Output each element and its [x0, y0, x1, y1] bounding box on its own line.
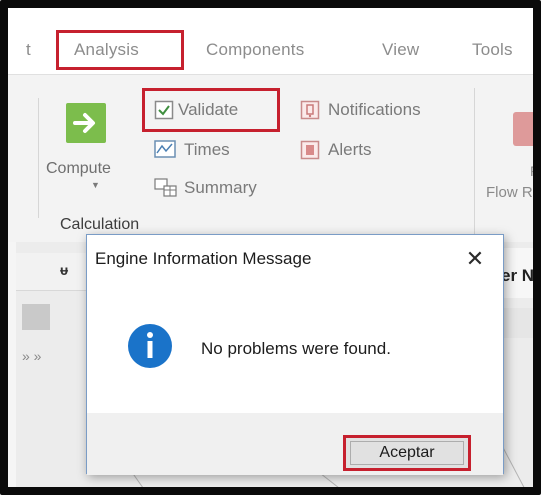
pin-icon[interactable]: ᵾ	[60, 262, 68, 278]
alerts-icon[interactable]	[300, 140, 320, 165]
flow-report-icon[interactable]	[513, 112, 533, 146]
menu-item-truncated[interactable]: t	[26, 40, 31, 60]
compute-arrow-icon[interactable]	[66, 103, 106, 143]
left-pane-toolbar-block	[22, 304, 50, 330]
compute-button[interactable]: Compute	[46, 160, 111, 178]
menu-item-tools[interactable]: Tools	[472, 40, 513, 60]
alerts-button[interactable]: Alerts	[328, 140, 371, 160]
engine-info-dialog: Engine Information Message ✕ No problems…	[86, 234, 504, 475]
calculation-group-label: Calculation	[60, 216, 140, 233]
info-icon	[128, 324, 172, 368]
dialog-title: Engine Information Message	[95, 249, 312, 268]
app-window: t Analysis Components View Tools Compute…	[0, 0, 541, 495]
analysis-highlight-box	[56, 30, 184, 70]
expand-chevrons-icon[interactable]: » »	[22, 348, 41, 364]
notifications-icon[interactable]	[300, 100, 320, 125]
dialog-message: No problems were found.	[201, 339, 391, 358]
close-icon[interactable]: ✕	[461, 245, 489, 273]
aceptar-button[interactable]: Aceptar	[343, 435, 471, 471]
validate-highlight-box	[142, 88, 280, 132]
notifications-button[interactable]: Notifications	[328, 100, 421, 120]
flow-report-button[interactable]: Flow R	[486, 184, 533, 201]
ribbon-separator	[38, 98, 39, 218]
menu-item-view[interactable]: View	[382, 40, 419, 60]
dialog-body: No problems were found.	[87, 287, 503, 413]
summary-table-icon[interactable]	[154, 178, 178, 203]
ribbon-separator	[474, 88, 475, 238]
times-chart-icon[interactable]	[154, 140, 176, 163]
right-pane-title: er No	[501, 266, 541, 285]
summary-button[interactable]: Summary	[184, 178, 257, 198]
right-pane-toolbar-block	[502, 308, 533, 338]
menu-bar: t Analysis Components View Tools	[8, 8, 533, 74]
menu-item-components[interactable]: Components	[206, 40, 304, 60]
left-pane-header	[16, 253, 88, 291]
dialog-footer: Aceptar	[87, 413, 503, 475]
times-button[interactable]: Times	[184, 140, 230, 160]
compute-dropdown-icon[interactable]: ▼	[91, 180, 100, 190]
aceptar-label: Aceptar	[379, 444, 435, 461]
flow-report-label-top[interactable]: F	[530, 163, 533, 179]
dialog-titlebar: Engine Information Message ✕	[87, 235, 503, 287]
